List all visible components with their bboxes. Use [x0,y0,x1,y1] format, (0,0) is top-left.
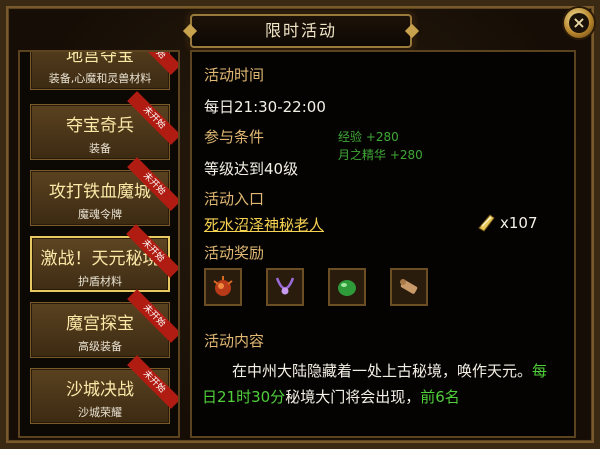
time-value: 每日21:30-22:00 [204,98,326,116]
content-intro: 在中州大陆隐藏着一处上古秘境，唤作天元。 [232,362,533,380]
entry-npc-link[interactable]: 死水沼泽神秘老人 [204,214,324,235]
content-text: 在中州大陆隐藏着一处上古秘境，唤作天元。每日21时30分秘境大门将会出现，前6名 [202,358,558,410]
teleport-item-icon [478,214,495,232]
activity-item-tianyuan-selected[interactable]: 激战！天元秘境 护盾材料 未开始 [30,224,178,292]
red-orb-reward-icon [213,276,233,296]
purple-necklace-reward-icon [275,277,295,295]
activity-item-treasure-raid[interactable]: 夺宝奇兵 装备 未开始 [30,91,178,160]
activity-reward-desc: 装备,心魔和灵兽材料 [48,72,152,85]
content-header: 活动内容 [204,332,265,350]
activity-item-iron-blood-city[interactable]: 攻打铁血魔城 魔魂令牌 未开始 [30,157,178,226]
reward-header: 活动奖励 [204,244,265,262]
condition-value: 等级达到40级 [204,160,299,178]
content-middle: 秘境大门将会出现， [285,388,421,406]
activity-reward-desc: 魔魂令牌 [78,208,122,221]
content-rank-highlight: 前6名 [420,388,460,406]
item-count: x107 [500,214,538,232]
entry-header: 活动入口 [204,190,265,208]
reward-slot[interactable] [328,268,366,306]
condition-header: 参与条件 [204,128,265,146]
green-gem-reward-icon [338,280,356,296]
activity-reward-desc: 沙城荣耀 [78,406,122,419]
moon-essence-bonus: 月之精华 +280 [338,148,423,162]
close-icon: × [569,13,589,33]
reward-slot[interactable] [390,268,428,306]
activity-item-sand-city[interactable]: 沙城决战 沙城荣耀 未开始 [30,355,178,424]
window-title: 限时活动 [190,14,412,48]
activity-item-demon-palace[interactable]: 魔宫探宝 高级装备 未开始 [30,289,178,358]
activity-detail-panel: 活动时间 每日21:30-22:00 参与条件 经验 +280 月之精华 +28… [190,50,576,438]
exp-bonus: 经验 +280 [338,130,399,144]
activity-list[interactable]: 地宫夺宝 装备,心魔和灵兽材料 未开始 夺宝奇兵 装备 未开始 攻打铁血魔城 魔… [18,50,180,438]
activity-item-underground[interactable]: 地宫夺宝 装备,心魔和灵兽材料 未开始 [30,52,178,90]
reward-slot[interactable] [266,268,304,306]
scroll-reward-icon [400,279,418,294]
activity-reward-desc: 护盾材料 [78,275,122,288]
activity-reward-desc: 高级装备 [78,340,122,353]
activity-reward-desc: 装备 [89,142,111,155]
close-button[interactable]: × [564,8,594,38]
time-header: 活动时间 [204,66,265,84]
reward-slot[interactable] [204,268,242,306]
